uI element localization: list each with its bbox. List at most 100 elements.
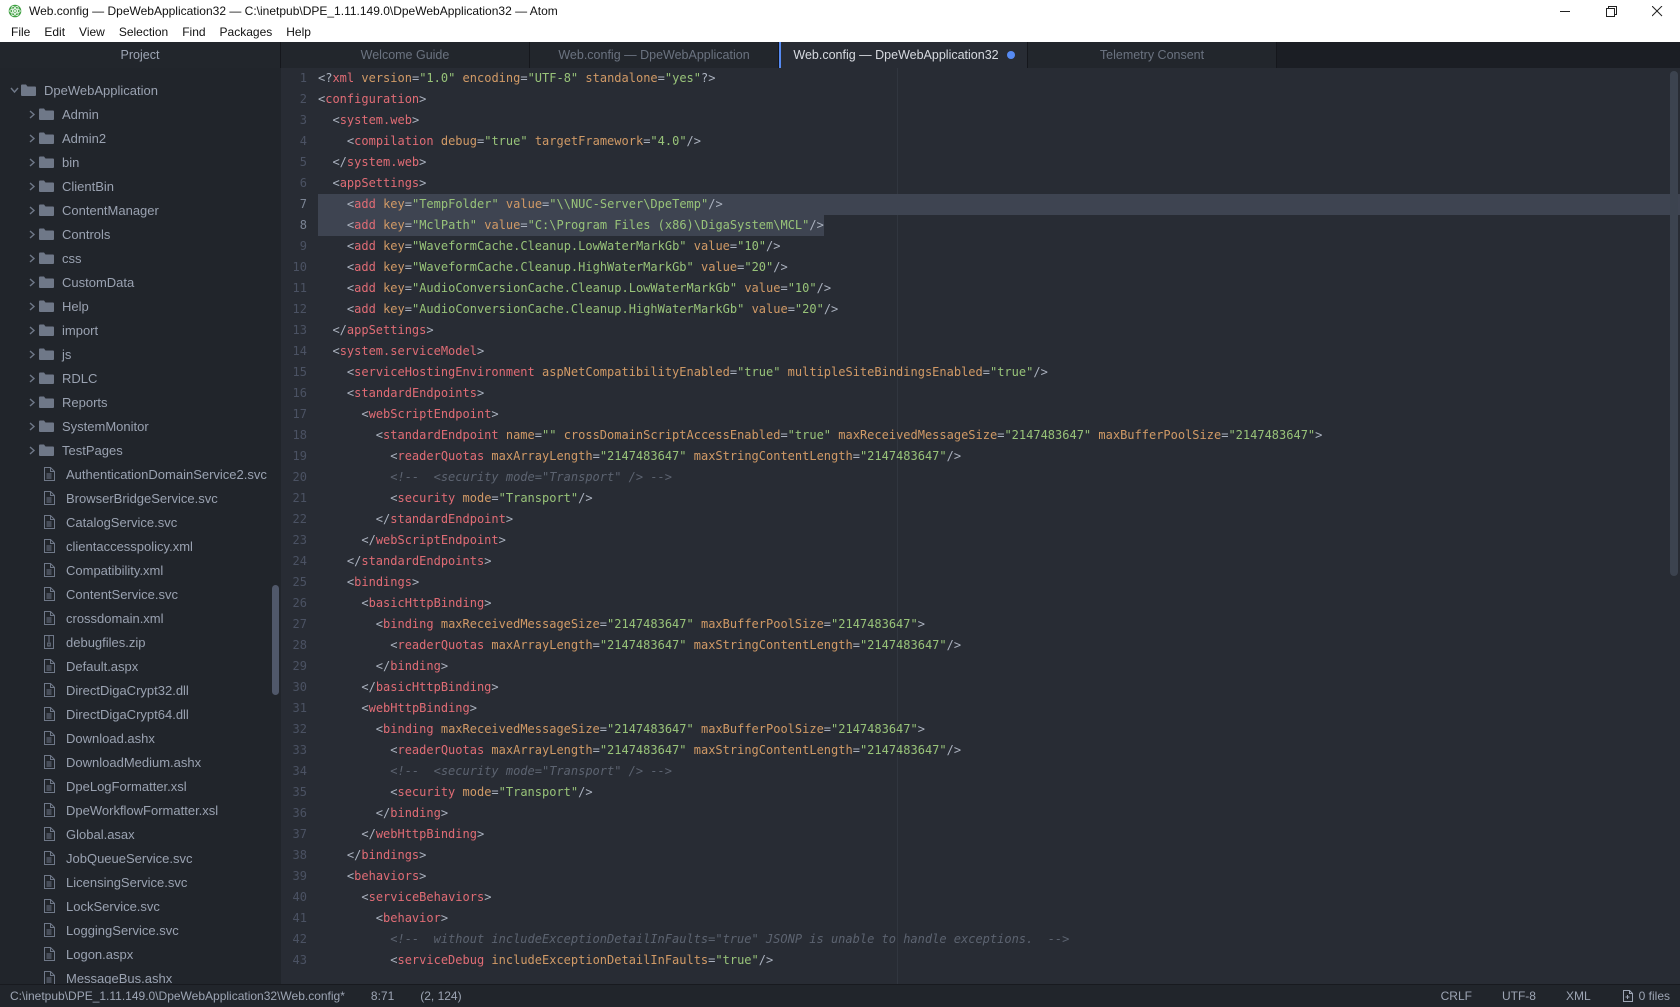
menu-selection[interactable]: Selection	[112, 22, 175, 42]
line-number[interactable]: 35	[281, 782, 307, 803]
line-number[interactable]: 39	[281, 866, 307, 887]
tree-item-logon-aspx[interactable]: Logon.aspx	[0, 942, 281, 966]
minimize-button[interactable]	[1542, 0, 1588, 22]
line-number[interactable]: 41	[281, 908, 307, 929]
line-number[interactable]: 5	[281, 152, 307, 173]
chevron-right-icon[interactable]	[25, 206, 39, 215]
code-line-28[interactable]: 28 <readerQuotas maxArrayLength="2147483…	[281, 635, 1680, 656]
tree-item-catalogservice-svc[interactable]: CatalogService.svc	[0, 510, 281, 534]
restore-button[interactable]	[1588, 0, 1634, 22]
line-number[interactable]: 16	[281, 383, 307, 404]
tree-item-default-aspx[interactable]: Default.aspx	[0, 654, 281, 678]
close-button[interactable]	[1634, 0, 1680, 22]
chevron-right-icon[interactable]	[25, 302, 39, 311]
tree-item-licensingservice-svc[interactable]: LicensingService.svc	[0, 870, 281, 894]
line-number[interactable]: 37	[281, 824, 307, 845]
code-line-19[interactable]: 19 <readerQuotas maxArrayLength="2147483…	[281, 446, 1680, 467]
code-line-26[interactable]: 26 <basicHttpBinding>	[281, 593, 1680, 614]
code-line-17[interactable]: 17 <webScriptEndpoint>	[281, 404, 1680, 425]
code-line-20[interactable]: 20 <!-- <security mode="Transport" /> --…	[281, 467, 1680, 488]
line-number[interactable]: 25	[281, 572, 307, 593]
tree-item-js[interactable]: js	[0, 342, 281, 366]
line-number[interactable]: 33	[281, 740, 307, 761]
line-number[interactable]: 38	[281, 845, 307, 866]
line-number[interactable]: 23	[281, 530, 307, 551]
code-line-42[interactable]: 42 <!-- without includeExceptionDetailIn…	[281, 929, 1680, 950]
chevron-right-icon[interactable]	[25, 374, 39, 383]
code-line-23[interactable]: 23 </webScriptEndpoint>	[281, 530, 1680, 551]
tree-item-clientaccesspolicy-xml[interactable]: clientaccesspolicy.xml	[0, 534, 281, 558]
line-number[interactable]: 26	[281, 593, 307, 614]
menu-help[interactable]: Help	[279, 22, 318, 42]
menu-edit[interactable]: Edit	[37, 22, 72, 42]
tree-item-dpewebapplication[interactable]: DpeWebApplication	[0, 78, 281, 102]
tab-project[interactable]: Project	[0, 42, 281, 68]
code-line-6[interactable]: 6 <appSettings>	[281, 173, 1680, 194]
code-line-18[interactable]: 18 <standardEndpoint name="" crossDomain…	[281, 425, 1680, 446]
editor-scrollbar[interactable]	[1670, 71, 1678, 576]
code-line-35[interactable]: 35 <security mode="Transport"/>	[281, 782, 1680, 803]
tab-telemetry-consent[interactable]: Telemetry Consent	[1028, 42, 1277, 68]
line-number[interactable]: 15	[281, 362, 307, 383]
code-line-14[interactable]: 14 <system.serviceModel>	[281, 341, 1680, 362]
tree-item-global-asax[interactable]: Global.asax	[0, 822, 281, 846]
menu-view[interactable]: View	[72, 22, 112, 42]
line-number[interactable]: 34	[281, 761, 307, 782]
line-number[interactable]: 13	[281, 320, 307, 341]
line-number[interactable]: 6	[281, 173, 307, 194]
code-line-29[interactable]: 29 </binding>	[281, 656, 1680, 677]
chevron-right-icon[interactable]	[25, 422, 39, 431]
line-number[interactable]: 17	[281, 404, 307, 425]
line-number[interactable]: 43	[281, 950, 307, 971]
tree-scrollbar[interactable]	[272, 585, 279, 695]
code-line-37[interactable]: 37 </webHttpBinding>	[281, 824, 1680, 845]
tree-item-lockservice-svc[interactable]: LockService.svc	[0, 894, 281, 918]
line-number[interactable]: 2	[281, 89, 307, 110]
tree-item-bin[interactable]: bin	[0, 150, 281, 174]
tree-item-contentservice-svc[interactable]: ContentService.svc	[0, 582, 281, 606]
chevron-down-icon[interactable]	[7, 86, 21, 94]
tree-item-systemmonitor[interactable]: SystemMonitor	[0, 414, 281, 438]
code-line-15[interactable]: 15 <serviceHostingEnvironment aspNetComp…	[281, 362, 1680, 383]
line-number[interactable]: 19	[281, 446, 307, 467]
line-number[interactable]: 40	[281, 887, 307, 908]
code-line-21[interactable]: 21 <security mode="Transport"/>	[281, 488, 1680, 509]
code-line-40[interactable]: 40 <serviceBehaviors>	[281, 887, 1680, 908]
line-number[interactable]: 27	[281, 614, 307, 635]
code-line-36[interactable]: 36 </binding>	[281, 803, 1680, 824]
line-number[interactable]: 36	[281, 803, 307, 824]
line-number[interactable]: 3	[281, 110, 307, 131]
code-line-2[interactable]: 2<configuration>	[281, 89, 1680, 110]
code-line-33[interactable]: 33 <readerQuotas maxArrayLength="2147483…	[281, 740, 1680, 761]
tree-item-authenticationdomainservice2-svc[interactable]: AuthenticationDomainService2.svc	[0, 462, 281, 486]
line-number[interactable]: 9	[281, 236, 307, 257]
tree-item-clientbin[interactable]: ClientBin	[0, 174, 281, 198]
tree-item-css[interactable]: css	[0, 246, 281, 270]
line-number[interactable]: 20	[281, 467, 307, 488]
tree-item-download-ashx[interactable]: Download.ashx	[0, 726, 281, 750]
chevron-right-icon[interactable]	[25, 350, 39, 359]
tree-item-help[interactable]: Help	[0, 294, 281, 318]
line-number[interactable]: 31	[281, 698, 307, 719]
code-line-27[interactable]: 27 <binding maxReceivedMessageSize="2147…	[281, 614, 1680, 635]
tree-item-debugfiles-zip[interactable]: debugfiles.zip	[0, 630, 281, 654]
code-line-3[interactable]: 3 <system.web>	[281, 110, 1680, 131]
tab-welcome-guide[interactable]: Welcome Guide	[281, 42, 530, 68]
code-line-22[interactable]: 22 </standardEndpoint>	[281, 509, 1680, 530]
line-number[interactable]: 1	[281, 68, 307, 89]
code-line-43[interactable]: 43 <serviceDebug includeExceptionDetailI…	[281, 950, 1680, 971]
code-line-9[interactable]: 9 <add key="WaveformCache.Cleanup.LowWat…	[281, 236, 1680, 257]
code-line-32[interactable]: 32 <binding maxReceivedMessageSize="2147…	[281, 719, 1680, 740]
chevron-right-icon[interactable]	[25, 326, 39, 335]
code-line-34[interactable]: 34 <!-- <security mode="Transport" /> --…	[281, 761, 1680, 782]
tree-item-loggingservice-svc[interactable]: LoggingService.svc	[0, 918, 281, 942]
chevron-right-icon[interactable]	[25, 134, 39, 143]
code-line-30[interactable]: 30 </basicHttpBinding>	[281, 677, 1680, 698]
menu-find[interactable]: Find	[175, 22, 212, 42]
status-encoding[interactable]: UTF-8	[1502, 989, 1536, 1003]
chevron-right-icon[interactable]	[25, 278, 39, 287]
tree-item-controls[interactable]: Controls	[0, 222, 281, 246]
line-number[interactable]: 14	[281, 341, 307, 362]
chevron-right-icon[interactable]	[25, 110, 39, 119]
line-number[interactable]: 18	[281, 425, 307, 446]
